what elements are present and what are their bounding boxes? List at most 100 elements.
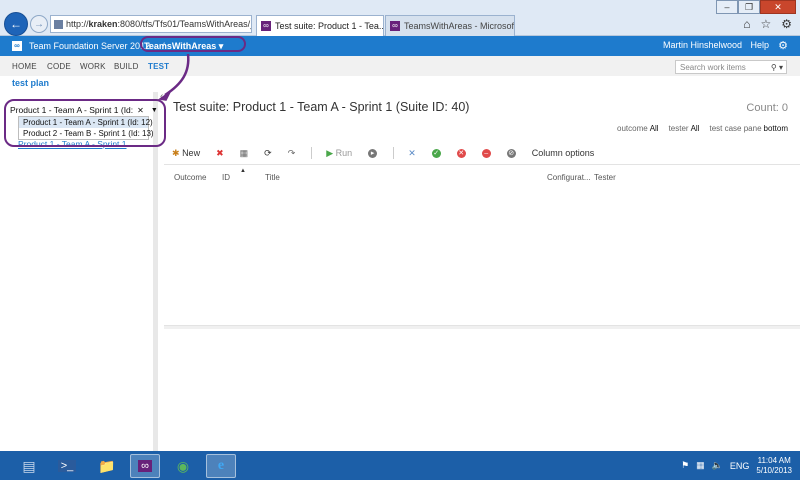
server-manager-button[interactable]: ▤ [14,454,44,478]
clock-date: 5/10/2013 [756,465,792,475]
plan-option[interactable]: Product 2 - Team B - Sprint 1 (Id: 13) [19,128,154,139]
browser-chrome: ← → http://kraken:8080/tfs/Tfs01/TeamsWi… [0,0,800,36]
system-tray: ⚑ ▦ 🔈 ENG 11:04 AM 5/10/2013 [681,451,800,480]
search-placeholder: Search work items [680,62,746,72]
pane-splitter[interactable] [164,325,800,329]
refresh-button[interactable]: ⟳ [264,148,272,159]
fail-button[interactable]: ✕ [456,148,466,158]
search-icon[interactable]: ⚲ ▾ [771,63,786,72]
new-button[interactable]: ✱ New [172,148,200,159]
collapse-panel-icon[interactable]: ‹ [160,91,163,102]
visual-studio-icon: ∞ [138,460,152,472]
tab-test-suite[interactable]: ∞ Test suite: Product 1 - Tea... ✕ [256,15,384,36]
internet-explorer-button[interactable]: e [206,454,236,478]
tab-teamswithareas[interactable]: ∞ TeamsWithAreas - Microsoft T... [385,15,515,36]
chevron-down-icon[interactable]: ▼ [151,107,158,114]
nav-work[interactable]: WORK [80,62,106,71]
column-header-id[interactable]: ID [222,173,230,182]
run-options-button[interactable]: ▸ [368,148,378,158]
column-header-outcome[interactable]: Outcome [174,173,206,182]
outcome-filter[interactable]: outcome All [617,124,659,133]
network-icon[interactable]: ▦ [696,460,705,471]
clock-time: 11:04 AM [757,455,791,465]
project-name: TeamsWithAreas [144,41,217,51]
forward-button[interactable]: → [30,15,48,33]
delete-icon: ✖ [216,147,224,158]
tab-label: TeamsWithAreas - Microsoft T... [404,21,515,31]
main-area: Test suite: Product 1 - Team A - Sprint … [164,92,800,451]
home-icon[interactable]: ⌂ [743,17,750,31]
blocked-icon: – [481,148,491,158]
open-button[interactable]: ↷ [288,148,296,159]
volume-icon[interactable]: 🔈 [712,460,723,471]
new-label: New [182,148,201,158]
file-explorer-button[interactable]: 📁 [92,454,122,478]
column-header-tester[interactable]: Tester [594,173,616,182]
tfs-logo-icon: ∞ [12,41,22,51]
add-existing-button[interactable]: ▦ [240,148,249,159]
suite-tree-item[interactable]: Product 1 - Team A - Sprint 1 [18,139,127,149]
user-name[interactable]: Martin Hinshelwood [663,40,742,50]
favorites-star-icon[interactable]: ☆ [760,17,771,31]
run-button[interactable]: ▶ Run [326,148,352,159]
toolbar-divider [393,147,395,159]
add-existing-icon: ▦ [239,147,249,158]
powershell-icon: >_ [57,460,77,472]
column-header-title[interactable]: Title [265,173,280,182]
remove-button[interactable]: ✖ [216,148,224,159]
play-icon: ▶ [326,147,334,158]
powershell-button[interactable]: >_ [52,454,82,478]
flag-icon[interactable]: ⚑ [681,460,689,471]
tester-filter[interactable]: tester All [669,124,700,133]
column-header-configuration[interactable]: Configurat... [547,173,591,182]
not-applicable-icon: ⊘ [506,148,516,158]
filter-bar: outcome All tester All test case pane botto… [617,124,788,133]
back-button[interactable]: ← [4,12,28,36]
toolbar: ✱ New ✖ ▦ ⟳ ↷ ▶ Run ▸ ✕ ✓ ✕ – ⊘ Column o… [172,144,792,162]
help-link[interactable]: Help [750,40,769,50]
test-plan-link[interactable]: test plan [12,78,49,88]
test-case-pane-filter[interactable]: test case pane bottom [709,124,788,133]
settings-gear-icon[interactable]: ⚙ [781,17,792,31]
refresh-icon: ⟳ [264,147,272,158]
clock[interactable]: 11:04 AM 5/10/2013 [756,456,792,476]
nav-build[interactable]: BUILD [114,62,139,71]
globe-icon: ◉ [176,457,190,474]
network-app-button[interactable]: ◉ [168,454,198,478]
toolbar-divider-line [164,164,800,165]
search-work-items-input[interactable]: Search work items ⚲ ▾ [675,60,787,74]
fail-x-icon: ✕ [456,148,466,158]
reset-icon: ✕ [408,147,416,158]
visual-studio-button[interactable]: ∞ [130,454,160,478]
language-indicator[interactable]: ENG [730,461,750,471]
tfs-header: ∞ Team Foundation Server 2012 / TeamsWit… [0,36,800,56]
minimize-button[interactable]: – [716,0,738,14]
test-plan-dropdown[interactable]: Product 1 - Team A - Sprint 1 (Id: ✕ ▼ [10,104,158,116]
nav-code[interactable]: CODE [47,62,71,71]
restore-button[interactable]: ❐ [738,0,760,14]
column-options-button[interactable]: Column options [532,148,595,158]
pass-check-icon: ✓ [431,148,441,158]
main-nav: HOME CODE WORK BUILD TEST Search work it… [0,56,800,76]
clear-icon[interactable]: ✕ [137,106,144,115]
new-icon: ✱ [172,147,180,158]
folder-icon: 📁 [98,457,116,474]
project-selector[interactable]: TeamsWithAreas ▾ [144,39,223,53]
nav-test[interactable]: TEST [148,62,169,71]
not-applicable-button[interactable]: ⊘ [506,148,516,158]
visual-studio-icon: ∞ [390,21,400,31]
plan-dropdown-value: Product 1 - Team A - Sprint 1 (Id: [10,105,134,115]
plan-option[interactable]: Product 1 - Team A - Sprint 1 (Id: 12) [19,117,153,128]
pass-button[interactable]: ✓ [431,148,441,158]
reset-button[interactable]: ✕ [408,148,416,159]
gear-icon[interactable]: ⚙ [778,39,788,52]
page-title: Test suite: Product 1 - Team A - Sprint … [173,100,470,114]
nav-home[interactable]: HOME [12,62,37,71]
result-count: Count: 0 [746,102,788,114]
run-label: Run [335,148,353,158]
address-bar[interactable]: http://kraken:8080/tfs/Tfs01/TeamsWithAr… [50,15,252,33]
chevron-down-icon: ▾ [218,40,224,51]
block-button[interactable]: – [481,148,491,158]
sort-ascending-icon: ▲ [240,168,246,174]
close-window-button[interactable]: ✕ [760,0,796,14]
